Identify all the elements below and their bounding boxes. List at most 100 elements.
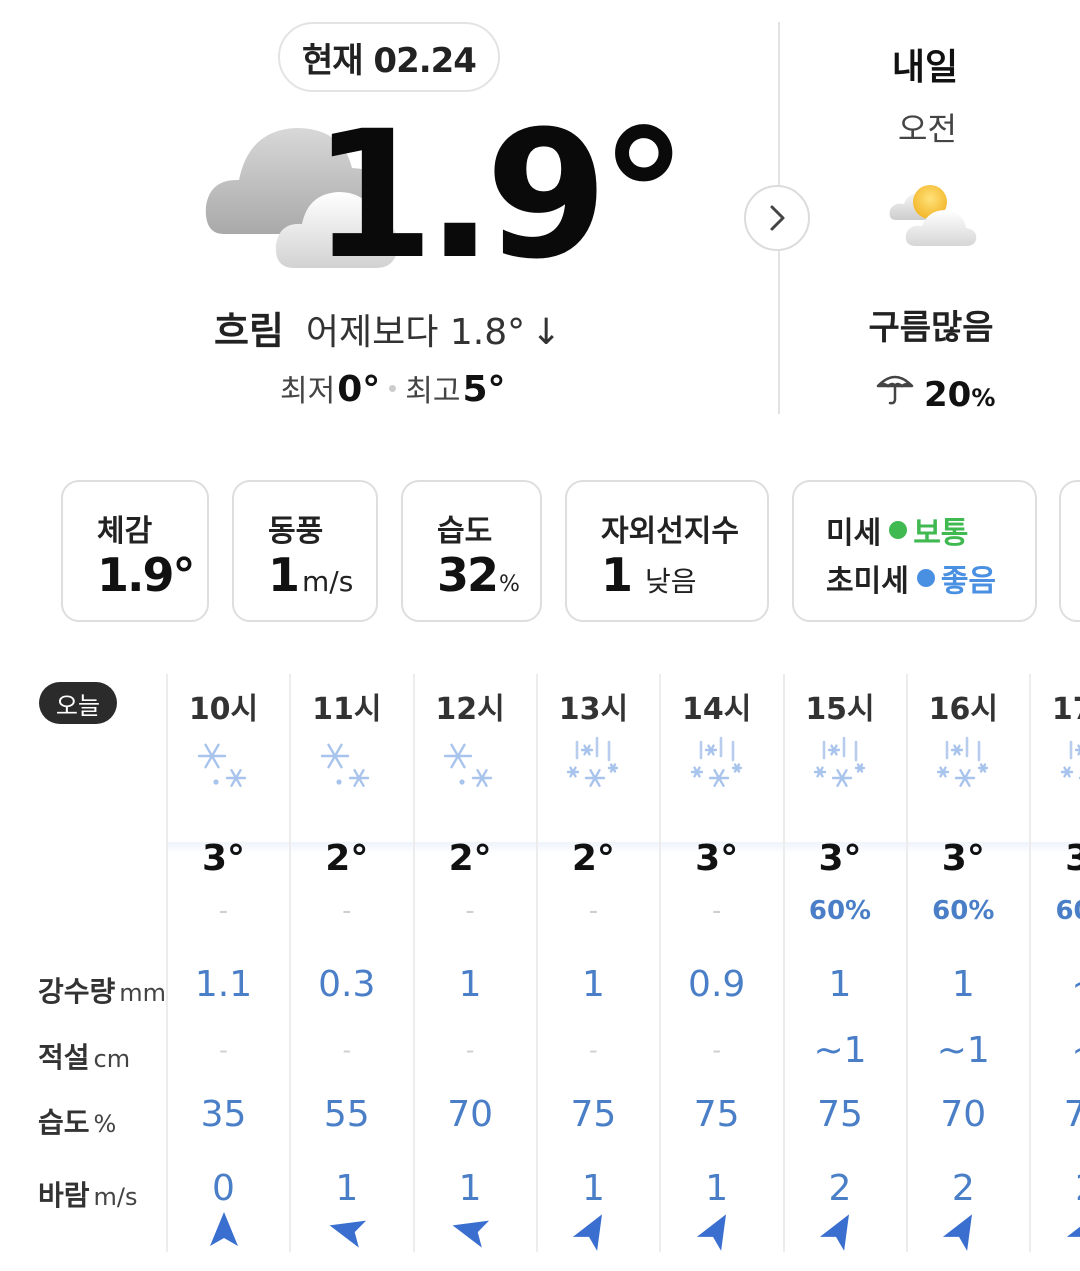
hour-snowfall: - <box>712 1036 722 1064</box>
humidity-label: 습도 <box>437 514 493 549</box>
min-max-row: 최저 0° 최고 5° <box>280 366 506 410</box>
precip-label: 강수량 <box>38 975 116 1008</box>
sleet-icon <box>813 736 866 787</box>
wind-row-unit: m/s <box>93 1183 138 1211</box>
ultra-fine-dust-label: 초미세 <box>826 564 909 599</box>
hour-column[interactable]: 11시 2° - 0.3 - 55 1 <box>285 674 408 1264</box>
hour-wind-speed: 1 <box>458 1168 482 1209</box>
today-badge: 오늘 <box>39 682 117 724</box>
hour-column[interactable]: 16시 3° 60% 1 ~1 70 2 <box>902 674 1025 1264</box>
hour-temperature: 2° <box>325 838 369 879</box>
hour-precipitation: 0.3 <box>318 964 376 1005</box>
hour-rain-probability: 60% <box>932 896 995 926</box>
hour-precipitation: 1 <box>951 964 975 1005</box>
hour-rain-probability: - <box>711 896 722 926</box>
max-value: 5° <box>462 369 506 410</box>
hour-wind-speed: 2 <box>828 1168 852 1209</box>
hour-snowfall: - <box>219 1036 228 1064</box>
hour-column[interactable]: 13시 2° - 1 - 75 1 <box>532 674 655 1264</box>
humidity-value: 32 <box>437 548 499 602</box>
wind-value: 1 <box>268 548 300 602</box>
ultra-fine-dust-status: 좋음 <box>940 564 997 599</box>
compare-yesterday: 어제보다 1.8° <box>305 312 526 353</box>
hour-humidity: 55 <box>323 1094 370 1135</box>
humidity-card[interactable]: 습도 32 % <box>401 480 542 622</box>
hour-temperature: 3° <box>695 838 739 879</box>
today-label: 오늘 <box>55 691 101 720</box>
hour-column[interactable]: 14시 3° - 0.9 - 75 1 <box>655 674 778 1264</box>
uv-label: 자외선지수 <box>601 514 739 549</box>
wind-direction-icon <box>1066 1214 1080 1251</box>
sleet-icon <box>567 736 619 787</box>
wind-label: 동풍 <box>268 514 324 549</box>
wind-direction-icon <box>329 1220 366 1248</box>
hour-temperature: 3° <box>1065 838 1080 879</box>
hour-precipitation: 1 <box>828 964 852 1005</box>
current-condition-row: 흐림 어제보다 1.8° ↓ <box>214 300 561 355</box>
tomorrow-condition: 구름많음 <box>868 308 994 348</box>
humidity-value-row: 32 % <box>437 548 520 602</box>
current-temperature: 1.9° <box>312 93 688 298</box>
humidity-row-unit: % <box>93 1110 117 1138</box>
dust-card[interactable]: 미세 보통 초미세 좋음 <box>792 480 1037 622</box>
hour-snowfall: - <box>342 1036 352 1064</box>
wind-row-label: 바람 m/s <box>38 1174 138 1214</box>
tomorrow-rain-prob: 20 % <box>876 370 995 415</box>
humidity-unit: % <box>499 572 520 597</box>
next-day-button[interactable] <box>744 185 810 251</box>
hour-snowfall: - <box>465 1036 475 1064</box>
hour-column[interactable]: 15시 3° 60% 1 ~1 75 2 <box>779 674 902 1264</box>
wind-card[interactable]: 동풍 1 m/s <box>232 480 378 622</box>
umbrella-icon <box>876 375 914 405</box>
hour-time: 14시 <box>682 692 752 727</box>
fine-dust-row: 미세 보통 <box>826 508 968 552</box>
hour-column[interactable]: 10시 3° - 1.1 - 35 0 <box>162 674 285 1264</box>
hour-humidity: 75 <box>570 1094 617 1135</box>
hour-temperature: 2° <box>571 838 615 879</box>
feels-like-card[interactable]: 체감 1.9° <box>61 480 209 622</box>
snow-row-label: 적설 cm <box>38 1036 130 1076</box>
hour-time: 11시 <box>312 692 382 727</box>
min-label: 최저 <box>280 374 336 409</box>
hour-precipitation: 1.1 <box>194 964 253 1005</box>
sleet-icon <box>1060 740 1080 780</box>
hour-column[interactable]: 17시 3° 60% ~ ~ 70 2 <box>1025 674 1080 1264</box>
hour-time: 15시 <box>805 692 875 727</box>
wind-direction-icon <box>573 1214 603 1251</box>
hour-humidity: 70 <box>1063 1094 1080 1135</box>
fine-dust-status-dot <box>889 521 908 539</box>
hour-snowfall: - <box>589 1036 598 1064</box>
hour-precipitation: 1 <box>458 964 482 1005</box>
down-arrow-icon: ↓ <box>531 312 562 353</box>
hour-humidity: 35 <box>200 1094 247 1135</box>
hour-humidity: 75 <box>817 1094 863 1135</box>
precip-unit: mm <box>119 979 167 1007</box>
tomorrow-title[interactable]: 내일 <box>800 38 1050 90</box>
hour-column[interactable]: 12시 2° - 1 - 70 1 <box>409 674 532 1264</box>
feels-like-value: 1.9° <box>97 548 195 602</box>
sleet-icon <box>690 736 742 787</box>
snow-unit: cm <box>93 1045 131 1073</box>
wind-direction-icon <box>209 1212 238 1246</box>
hour-precipitation: ~ <box>1025 964 1080 1005</box>
current-condition: 흐림 <box>214 309 284 353</box>
hour-rain-probability: 60% <box>1055 896 1080 926</box>
hour-wind-speed: 1 <box>581 1168 605 1209</box>
hour-rain-probability: 60% <box>808 896 872 926</box>
hour-precipitation: 1 <box>581 964 605 1005</box>
hour-time: 13시 <box>558 692 629 727</box>
hour-temperature: 3° <box>941 838 985 879</box>
tomorrow-rain-value: 20 <box>924 375 972 415</box>
next-metric-card[interactable] <box>1059 480 1080 622</box>
current-date-pill[interactable]: 현재 02.24 <box>278 22 500 92</box>
wind-direction-icon <box>819 1214 849 1251</box>
chevron-right-icon <box>770 205 785 231</box>
hour-humidity: 75 <box>693 1094 740 1135</box>
uv-card[interactable]: 자외선지수 1 낮음 <box>565 480 769 622</box>
feels-like-label: 체감 <box>97 514 153 549</box>
hour-rain-probability: - <box>588 896 599 926</box>
hour-wind-speed: 1 <box>705 1168 729 1209</box>
wind-direction-icon <box>696 1214 726 1251</box>
wind-value-row: 1 m/s <box>268 548 353 602</box>
hour-snowfall: ~1 <box>936 1030 990 1071</box>
